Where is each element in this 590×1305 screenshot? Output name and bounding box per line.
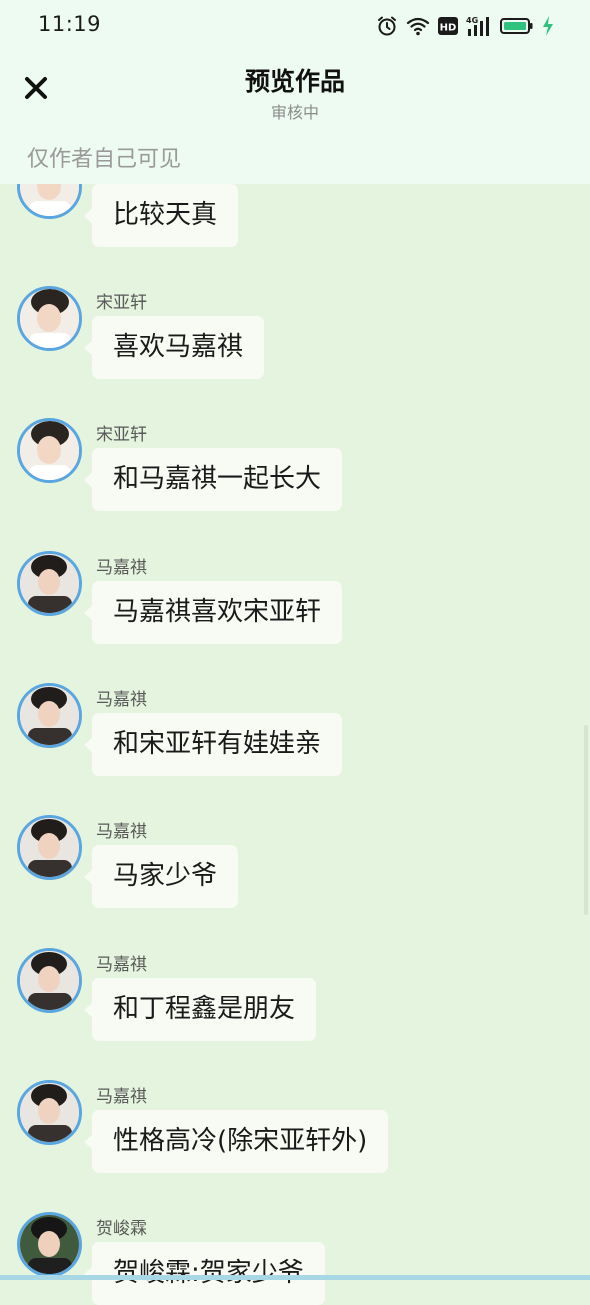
page-title: 预览作品 <box>244 67 345 96</box>
avatar[interactable] <box>17 683 82 748</box>
message-bubble[interactable]: 和马嘉祺一起长大 <box>83 448 343 511</box>
avatar-songyaxuan-image <box>20 421 79 480</box>
status-time: 11:19 <box>38 12 102 36</box>
status-bar: 11:19 HD 4G <box>0 0 590 52</box>
avatar-majiaqi-image <box>20 1083 79 1142</box>
bottom-edge <box>0 1275 590 1280</box>
message-bubble[interactable]: 和丁程鑫是朋友 <box>83 978 317 1041</box>
review-status: 审核中 <box>270 103 319 122</box>
sender-name: 马嘉祺 <box>96 822 147 842</box>
avatar[interactable] <box>17 286 82 351</box>
avatar[interactable] <box>17 418 82 483</box>
sender-name: 宋亚轩 <box>96 293 147 313</box>
chat-message: 贺峻霖 贺峻霖:贺家少爷 <box>0 1212 590 1305</box>
chat-message: 马嘉祺 马家少爷 <box>0 815 590 951</box>
avatar[interactable] <box>17 1080 82 1145</box>
avatar[interactable] <box>17 551 82 616</box>
message-bubble[interactable]: 和宋亚轩有娃娃亲 <box>83 713 343 776</box>
sender-name: 马嘉祺 <box>96 558 147 578</box>
sender-name: 马嘉祺 <box>96 955 147 975</box>
hd-icon: HD <box>438 17 458 35</box>
avatar[interactable] <box>17 1212 82 1277</box>
avatar[interactable] <box>17 948 82 1013</box>
chat-message: 马嘉祺 和丁程鑫是朋友 <box>0 948 590 1084</box>
avatar[interactable] <box>17 815 82 880</box>
status-icons: HD 4G <box>376 14 554 38</box>
message-bubble[interactable]: 喜欢马嘉祺 <box>83 316 265 379</box>
avatar-majiaqi-image <box>20 554 79 613</box>
chat-message: 宋亚轩 和马嘉祺一起长大 <box>0 418 590 554</box>
sender-name: 马嘉祺 <box>96 1087 147 1107</box>
chat-area[interactable]: 比较天真 宋亚轩 喜欢马嘉祺 宋亚轩 和马嘉祺一起长大 马嘉祺 马嘉祺喜欢宋亚轩… <box>0 0 590 1305</box>
visibility-notice: 仅作者自己可见 <box>27 147 182 172</box>
chat-message: 比较天真 <box>0 154 590 290</box>
hd-label: HD <box>440 23 457 34</box>
avatar-songyaxuan-image <box>20 289 79 348</box>
charging-icon <box>543 16 553 36</box>
top-panel: 11:19 HD 4G 预览作品 审核中 仅作者自己可见 <box>0 0 590 184</box>
message-bubble[interactable]: 贺峻霖:贺家少爷 <box>84 1242 325 1305</box>
scrollbar[interactable] <box>584 725 588 915</box>
signal-icon: 4G <box>466 16 489 36</box>
chat-message: 马嘉祺 性格高冷(除宋亚轩外) <box>0 1080 590 1216</box>
message-bubble[interactable]: 性格高冷(除宋亚轩外) <box>83 1110 389 1173</box>
chat-message: 宋亚轩 喜欢马嘉祺 <box>0 286 590 422</box>
avatar-majiaqi-image <box>20 686 79 745</box>
chat-message: 马嘉祺 马嘉祺喜欢宋亚轩 <box>0 551 590 687</box>
message-bubble[interactable]: 马家少爷 <box>83 845 239 908</box>
avatar-majiaqi-image <box>20 951 79 1010</box>
avatar-majiaqi-image <box>20 818 79 877</box>
message-bubble[interactable]: 马嘉祺喜欢宋亚轩 <box>83 581 343 644</box>
sender-name: 马嘉祺 <box>96 690 147 710</box>
alarm-icon <box>378 16 396 36</box>
message-bubble[interactable]: 比较天真 <box>83 184 239 247</box>
battery-icon <box>500 18 533 34</box>
sender-name: 宋亚轩 <box>96 425 147 445</box>
chat-message: 马嘉祺 和宋亚轩有娃娃亲 <box>0 683 590 819</box>
wifi-icon <box>406 17 430 36</box>
header: 预览作品 审核中 <box>0 52 590 132</box>
sender-name: 贺峻霖 <box>96 1219 147 1239</box>
network-label: 4G <box>466 16 478 25</box>
avatar-hejunlin-image <box>20 1215 79 1274</box>
